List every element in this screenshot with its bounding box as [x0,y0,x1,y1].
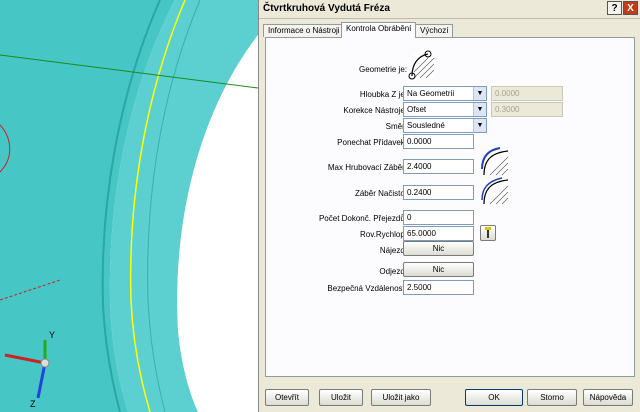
geometry-icon[interactable] [406,48,438,80]
open-button[interactable]: Otevřít [265,389,309,406]
max-rough-field[interactable]: 2.4000 [403,159,474,174]
tab-panel: Geometrie je: Hloubka Z je: Na Geometrii… [265,37,635,377]
start-cut-icon[interactable] [480,176,510,206]
tool-comp-value: Ofset [407,105,427,114]
rapid-plane-label: Rov.Rychlop: [360,230,407,239]
help-title-button[interactable]: ? [607,1,622,15]
help-button[interactable]: Nápověda [583,389,633,406]
ok-button[interactable]: OK [465,389,523,406]
direction-select[interactable]: Sousledné ▼ [403,118,487,133]
title-bar[interactable]: Čtvrtkruhová Vydutá Fréza ? X [259,0,640,19]
stock-field[interactable]: 0.0000 [403,134,474,149]
pick-rapid-plane-button[interactable] [480,225,496,241]
chevron-down-icon[interactable]: ▼ [473,103,486,116]
clearance-field[interactable]: 2.5000 [403,280,474,295]
cancel-button[interactable]: Storno [527,389,577,406]
start-cut-label: Záběr Načisto: [354,189,407,198]
pick-icon [485,227,491,238]
depth-z-select[interactable]: Na Geometrii ▼ [403,86,487,101]
part-view [0,0,258,412]
depth-z-label: Hloubka Z je: [359,90,407,99]
tab-tool-info[interactable]: Informace o Nástroji [263,24,345,37]
max-rough-label: Max Hrubovací Záběr: [327,163,407,172]
tool-comp-select[interactable]: Ofset ▼ [403,102,487,117]
chevron-down-icon[interactable]: ▼ [473,87,486,100]
approach-button[interactable]: Nic [403,241,474,256]
close-button[interactable]: X [623,1,638,15]
axis-z-label: Z [30,399,36,409]
dialog-title: Čtvrtkruhová Vydutá Fréza [263,3,390,14]
max-rough-icon[interactable] [480,147,510,177]
clearance-label: Bezpečná Vzdálenost: [327,284,407,293]
rapid-plane-field[interactable]: 65.0000 [403,226,474,241]
axis-y-label: Y [49,330,56,340]
depth-z-extra-field: 0.0000 [491,86,563,101]
depth-z-value: Na Geometrii [407,89,455,98]
finish-passes-field[interactable]: 0 [403,210,474,225]
save-as-button[interactable]: Uložit jako [371,389,431,406]
start-cut-field[interactable]: 0.2400 [403,185,474,200]
direction-value: Sousledné [407,121,445,130]
tool-comp-extra-field: 0.3000 [491,102,563,117]
tool-dialog: Čtvrtkruhová Vydutá Fréza ? X Informace … [258,0,640,412]
cad-viewport[interactable]: Y Z [0,0,258,412]
retract-button[interactable]: Nic [403,262,474,277]
tab-defaults[interactable]: Výchozí [415,24,454,37]
chevron-down-icon[interactable]: ▼ [473,119,486,132]
geometry-label: Geometrie je: [358,65,407,74]
finish-passes-label: Počet Dokonč. Přejezdů: [318,214,407,223]
tab-machining-control[interactable]: Kontrola Obrábění [341,22,417,38]
tool-comp-label: Korekce Nástroje: [343,106,407,115]
stock-label: Ponechat Přídavek: [337,138,407,147]
save-button[interactable]: Uložit [319,389,363,406]
